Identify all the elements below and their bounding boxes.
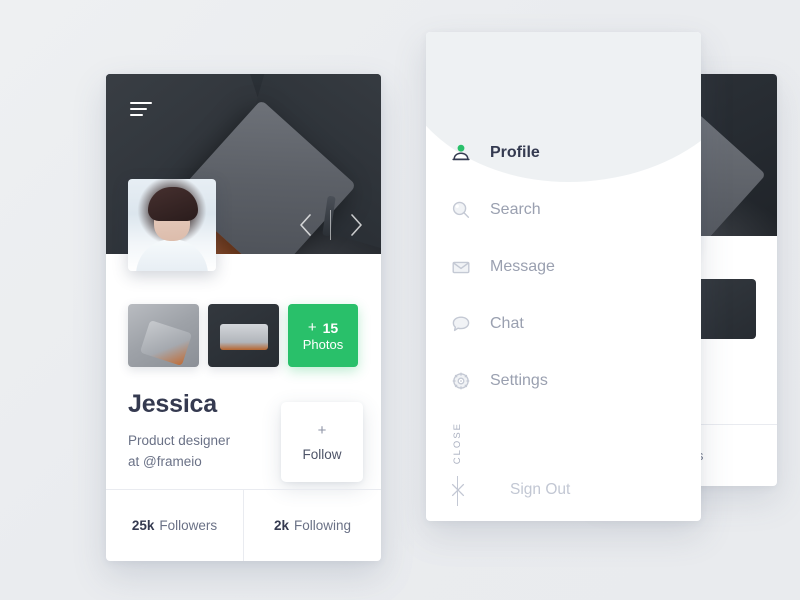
following-stat[interactable]: 2k Following xyxy=(243,490,381,561)
menu-gap xyxy=(450,232,670,244)
photo-thumbnail-strip: + 15 Photos xyxy=(128,304,358,367)
menu-gap xyxy=(450,175,670,187)
hamburger-line xyxy=(130,108,147,110)
photo-thumbnail[interactable] xyxy=(208,304,279,367)
profile-name: Jessica xyxy=(128,390,217,418)
follow-label: Follow xyxy=(302,446,342,462)
photos-count: 15 xyxy=(322,319,339,336)
menu-item-settings[interactable]: Settings xyxy=(450,358,670,403)
close-x-icon xyxy=(450,482,466,498)
sign-out-button[interactable]: Sign Out xyxy=(450,481,570,499)
add-photos-button[interactable]: + 15 Photos xyxy=(288,304,358,367)
cover-navigation xyxy=(292,208,369,242)
avatar-shirt xyxy=(136,239,208,271)
avatar-hair xyxy=(148,187,198,221)
hamburger-line xyxy=(130,114,143,116)
menu-item-profile[interactable]: Profile xyxy=(450,130,670,175)
profile-stats: 25k Followers 2k Following xyxy=(106,489,381,561)
profile-bio: Jessica Product designer at @frameio xyxy=(128,392,230,473)
profile-role-line2: at @frameio xyxy=(128,453,202,469)
chevron-left-icon[interactable] xyxy=(292,208,318,242)
menu-item-label: Chat xyxy=(490,314,524,332)
screen-canvas: + 15 Photos Jessica Product designer at … xyxy=(0,0,800,600)
profile-role: Product designer at @frameio xyxy=(128,431,230,473)
plus-icon: + xyxy=(317,421,327,439)
followers-label: Followers xyxy=(159,518,218,533)
following-label: Following xyxy=(294,518,352,533)
add-photos-top: + 15 xyxy=(308,320,338,335)
navigation-menu-panel: Profile Search Message Chat Settings CLO… xyxy=(426,32,701,521)
photo-thumbnail[interactable] xyxy=(693,279,756,339)
chat-icon xyxy=(450,313,472,335)
menu-gap xyxy=(450,289,670,301)
chevron-right-icon[interactable] xyxy=(343,208,369,242)
menu-item-label: Search xyxy=(490,200,541,218)
menu-item-list: Profile Search Message Chat Settings xyxy=(450,130,670,403)
close-label: CLOSE xyxy=(452,422,463,465)
sign-out-label: Sign Out xyxy=(510,481,571,498)
search-icon xyxy=(450,199,472,221)
menu-item-label: Settings xyxy=(490,371,548,389)
avatar[interactable] xyxy=(128,179,216,271)
profile-role-line1: Product designer xyxy=(128,433,231,448)
followers-count: 25k xyxy=(131,518,155,533)
menu-gap xyxy=(450,346,670,358)
following-count: 2k xyxy=(273,518,289,533)
envelope-icon xyxy=(450,256,472,278)
menu-item-message[interactable]: Message xyxy=(450,244,670,289)
menu-item-search[interactable]: Search xyxy=(450,187,670,232)
hamburger-line xyxy=(130,102,152,104)
menu-item-label: Message xyxy=(490,257,555,275)
menu-item-label: Profile xyxy=(490,143,540,161)
plus-icon: + xyxy=(307,319,317,336)
followers-stat[interactable]: 25k Followers xyxy=(106,490,243,561)
gear-icon xyxy=(450,370,472,392)
photos-label: Photos xyxy=(302,337,344,352)
hamburger-icon[interactable] xyxy=(130,102,152,116)
user-icon xyxy=(450,142,472,164)
profile-card: + 15 Photos Jessica Product designer at … xyxy=(106,74,381,561)
cover-nav-divider xyxy=(330,210,331,240)
follow-button[interactable]: + Follow xyxy=(281,402,363,482)
menu-item-chat[interactable]: Chat xyxy=(450,301,670,346)
photo-thumbnail[interactable] xyxy=(128,304,199,367)
